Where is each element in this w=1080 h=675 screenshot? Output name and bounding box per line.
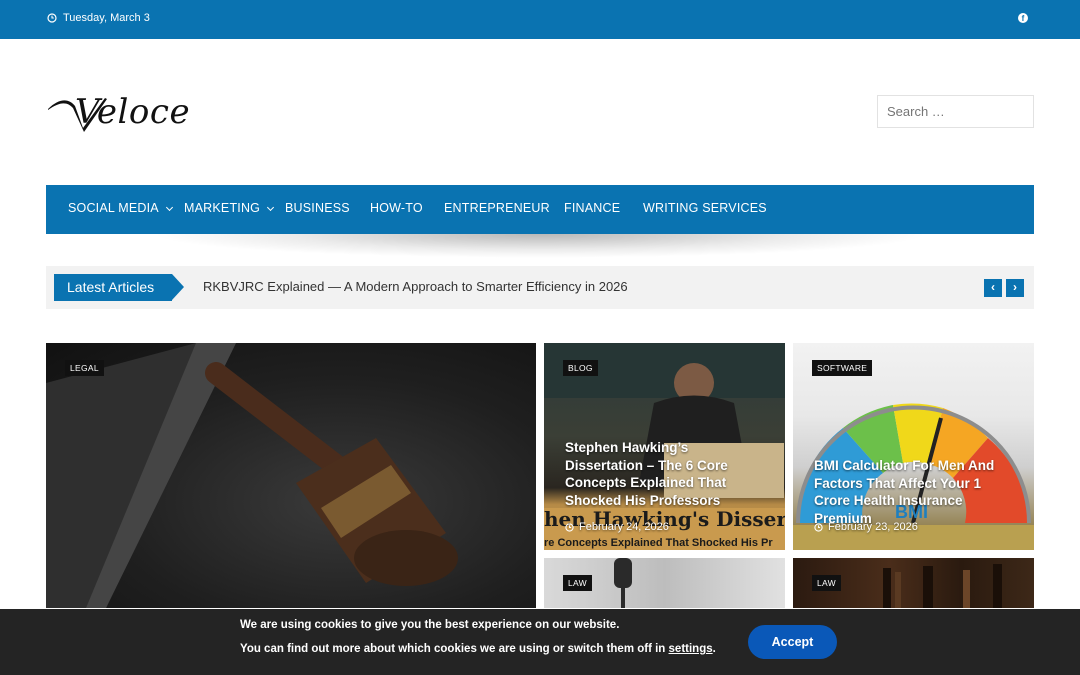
- card-date-text: February 24, 2026: [579, 521, 669, 533]
- site-logo[interactable]: Veloce: [47, 92, 197, 134]
- ticker-prev-button[interactable]: ‹: [984, 279, 1002, 297]
- nav-item-how-to[interactable]: HOW-TO: [370, 185, 423, 234]
- nav-item-label: MARKETING: [184, 201, 261, 215]
- nav-item-finance[interactable]: FINANCE: [564, 185, 620, 234]
- featured-card-law-2[interactable]: LAW: [793, 558, 1034, 608]
- cookie-banner: We are using cookies to give you the bes…: [0, 609, 1080, 675]
- featured-card-legal[interactable]: LEGAL: [46, 343, 536, 608]
- ticker-label: Latest Articles: [54, 274, 184, 301]
- facebook-icon[interactable]: f: [1018, 13, 1028, 23]
- chevron-down-icon: [165, 203, 173, 212]
- nav-item-label: WRITING SERVICES: [643, 201, 767, 215]
- category-badge[interactable]: SOFTWARE: [812, 360, 873, 376]
- featured-card-software[interactable]: BMI SOFTWARE BMI Calculator For Men And …: [793, 343, 1034, 550]
- category-badge[interactable]: BLOG: [563, 360, 598, 376]
- nav-item-writing-services[interactable]: WRITING SERVICES: [643, 185, 767, 234]
- search-input[interactable]: [877, 95, 1034, 128]
- category-badge[interactable]: LAW: [812, 575, 842, 591]
- nav-item-label: SOCIAL MEDIA: [68, 201, 159, 215]
- cookie-message: We are using cookies to give you the bes…: [240, 619, 620, 631]
- card-date: February 23, 2026: [814, 521, 918, 533]
- category-badge[interactable]: LEGAL: [65, 360, 104, 376]
- clock-icon: [47, 13, 57, 23]
- top-bar-date: Tuesday, March 3: [47, 12, 150, 24]
- nav-item-entrepreneur[interactable]: ENTREPRENEUR: [444, 185, 550, 234]
- current-date: Tuesday, March 3: [63, 12, 150, 24]
- nav-item-social-media[interactable]: SOCIAL MEDIA: [68, 185, 173, 234]
- top-bar: Tuesday, March 3 f: [0, 0, 1080, 39]
- clock-icon: [814, 522, 823, 532]
- latest-articles-ticker: Latest Articles RKBVJRC Explained — A Mo…: [46, 266, 1034, 309]
- featured-card-law-1[interactable]: LAW: [544, 558, 785, 608]
- cookie-details-end: .: [712, 643, 716, 655]
- ticker-next-button[interactable]: ›: [1006, 279, 1024, 297]
- card-title-link[interactable]: BMI Calculator For Men And Factors That …: [814, 457, 1019, 527]
- nav-item-label: FINANCE: [564, 201, 621, 215]
- cookie-details-text: You can find out more about which cookie…: [240, 643, 669, 655]
- gavel-image: [46, 343, 458, 608]
- cookie-settings-link[interactable]: settings: [669, 643, 713, 655]
- nav-shadow: [150, 234, 930, 258]
- main-nav: SOCIAL MEDIA MARKETING BUSINESS HOW-TO E…: [46, 185, 1034, 234]
- clock-icon: [565, 522, 574, 532]
- chevron-down-icon: [267, 203, 275, 212]
- ticker-headline-link[interactable]: RKBVJRC Explained — A Modern Approach to…: [203, 279, 628, 294]
- card-date-text: February 23, 2026: [828, 521, 918, 533]
- nav-item-label: BUSINESS: [285, 201, 350, 215]
- nav-item-marketing[interactable]: MARKETING: [184, 185, 275, 234]
- cookie-details: You can find out more about which cookie…: [240, 643, 716, 655]
- svg-text:re Concepts Explained That Sho: re Concepts Explained That Shocked His P…: [544, 537, 773, 549]
- card-date: February 24, 2026: [565, 521, 669, 533]
- featured-card-blog[interactable]: hen Hawking's Dissert re Concepts Explai…: [544, 343, 785, 550]
- accept-cookies-button[interactable]: Accept: [748, 625, 837, 659]
- nav-item-label: HOW-TO: [370, 201, 423, 215]
- category-badge[interactable]: LAW: [563, 575, 593, 591]
- card-title-link[interactable]: Stephen Hawking’s Dissertation – The 6 C…: [565, 439, 770, 509]
- nav-item-business[interactable]: BUSINESS: [285, 185, 350, 234]
- logo-wordmark: Veloce: [75, 92, 191, 132]
- nav-item-label: ENTREPRENEUR: [444, 201, 550, 215]
